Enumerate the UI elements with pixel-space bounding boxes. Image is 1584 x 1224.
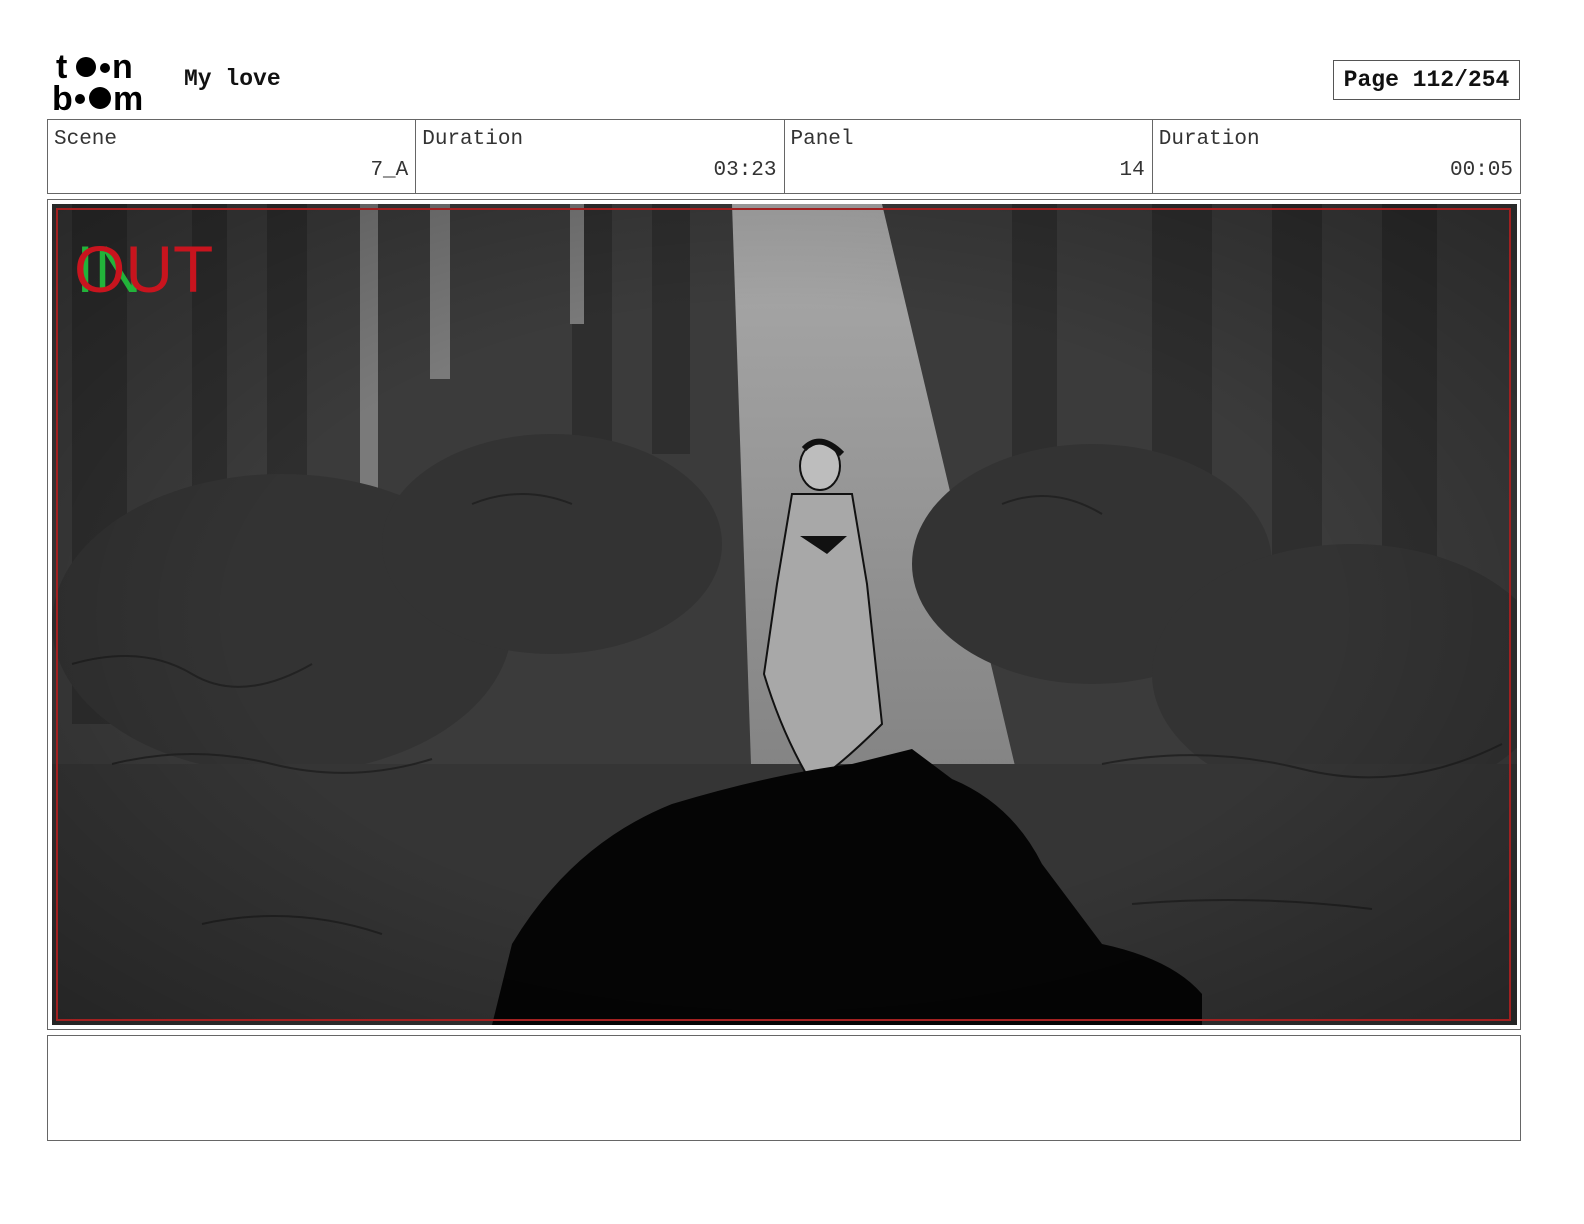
panel-duration-cell: Duration 00:05 — [1153, 120, 1520, 193]
scene-label: Scene — [54, 128, 118, 151]
toon-boom-logo: t n b m — [50, 48, 166, 118]
notes-box[interactable] — [47, 1035, 1521, 1141]
panel-label: Panel — [790, 128, 854, 151]
panel-duration-label: Duration — [1158, 128, 1260, 151]
page-counter-label: Page 112/254 — [1343, 67, 1510, 93]
scene-cell: Scene 7_A — [48, 120, 417, 193]
svg-text:m: m — [113, 80, 143, 114]
svg-text:b: b — [52, 80, 73, 114]
page-counter: Page 112/254 — [1333, 60, 1520, 100]
panel-info-table: Scene 7_A Duration 03:23 Panel 14 Durati… — [47, 119, 1521, 194]
storyboard-panel-image — [52, 204, 1517, 1025]
scene-duration-value: 03:23 — [713, 159, 777, 182]
scene-value: 7_A — [370, 159, 409, 182]
out-marker: OUT — [74, 232, 214, 306]
scene-duration-label: Duration — [422, 128, 524, 151]
project-title: My love — [184, 66, 281, 92]
scene-duration-cell: Duration 03:23 — [416, 120, 785, 193]
panel-value: 14 — [1119, 159, 1145, 182]
panel-duration-value: 00:05 — [1449, 159, 1513, 182]
panel-cell: Panel 14 — [785, 120, 1153, 193]
